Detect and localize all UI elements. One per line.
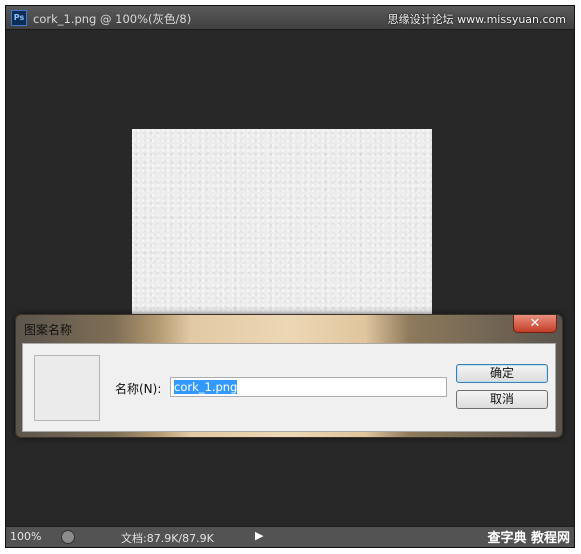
pattern-preview [34, 355, 100, 421]
photoshop-document-window: Ps cork_1.png @ 100%(灰色/8) 思缘设计论坛 www.mi… [5, 5, 575, 548]
close-icon[interactable]: ✕ [513, 315, 557, 333]
status-bar: 100% 文档:87.9K/87.9K ▶ 查字典 教程网 [6, 526, 574, 547]
dialog-body: 名称(N): cork_1.png 确定 取消 [22, 343, 556, 432]
name-label: 名称(N): [115, 382, 162, 396]
dialog-title: 图案名称 [24, 323, 73, 337]
watermark-top: 思缘设计论坛 www.missyuan.com [387, 13, 566, 26]
document-title: cork_1.png @ 100%(灰色/8) [33, 12, 192, 26]
status-menu-arrow-icon[interactable]: ▶ [255, 529, 263, 542]
status-info-icon[interactable] [61, 530, 75, 544]
image-canvas[interactable] [132, 129, 432, 329]
zoom-level[interactable]: 100% [10, 530, 41, 543]
canvas-workspace[interactable] [6, 31, 574, 527]
cancel-button[interactable]: 取消 [456, 390, 548, 409]
pattern-name-input[interactable]: cork_1.png [170, 377, 447, 397]
watermark-bottom: 查字典 教程网 [487, 531, 570, 546]
pattern-name-dialog: 图案名称 ✕ 名称(N): cork_1.png 确定 取消 [15, 314, 563, 438]
ok-button[interactable]: 确定 [456, 364, 548, 383]
document-size-info: 文档:87.9K/87.9K [121, 532, 214, 545]
document-titlebar[interactable]: Ps cork_1.png @ 100%(灰色/8) 思缘设计论坛 www.mi… [6, 6, 574, 30]
photoshop-logo-icon: Ps [11, 10, 27, 26]
pattern-name-value: cork_1.png [174, 380, 238, 394]
